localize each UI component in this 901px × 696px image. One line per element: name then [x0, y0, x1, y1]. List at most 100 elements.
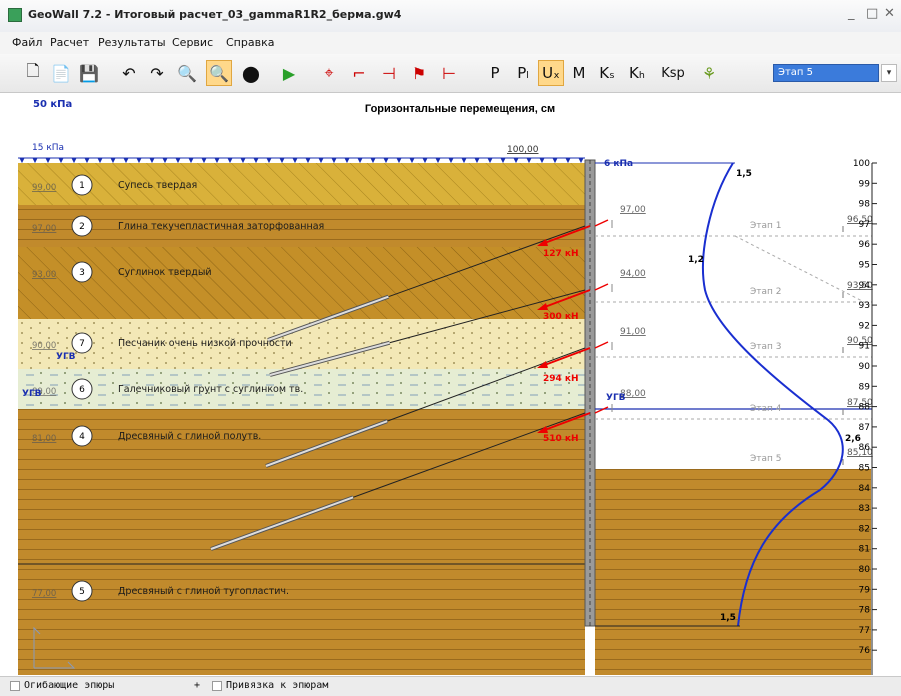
tool-ksp[interactable]: Ksp	[656, 60, 690, 86]
tool-kh[interactable]: Kₕ	[624, 60, 650, 86]
tool-icon-2[interactable]: ⌐	[346, 60, 372, 86]
menu-file[interactable]: Файл	[12, 36, 42, 49]
layer-number: 3	[79, 268, 85, 278]
tool-p[interactable]: P	[482, 60, 508, 86]
layer-name: Галечниковый грунт с суглинком тв.	[118, 384, 303, 395]
zoom-in-icon[interactable]: 🔍	[206, 60, 232, 86]
stage-select[interactable]: Этап 5	[773, 64, 879, 82]
axis-tick-label: 88	[859, 403, 871, 413]
zoom-out-icon[interactable]: 🔍	[174, 60, 200, 86]
left-load-label: 15 кПа	[32, 143, 64, 153]
load-arrow	[500, 157, 506, 164]
load-arrow	[357, 157, 363, 164]
axis-tick-label: 78	[859, 606, 871, 616]
axis-tick-label: 77	[859, 626, 870, 636]
load-arrow	[305, 157, 311, 164]
load-arrow	[136, 157, 142, 164]
axis-tick-label: 99	[859, 179, 871, 189]
excavation-level: 91,00	[620, 327, 646, 337]
undo-icon[interactable]: ↶	[116, 60, 142, 86]
tool-m[interactable]: M	[566, 60, 592, 86]
layer-number: 4	[79, 432, 85, 442]
ugv-left-label-2: УГВ	[22, 389, 42, 399]
layer-name: Супесь твердая	[118, 180, 197, 191]
tool-ux[interactable]: Uₓ	[538, 60, 564, 86]
save-icon[interactable]: 💾	[76, 60, 102, 86]
load-arrow	[201, 157, 207, 164]
stage-label: Этап 3	[750, 342, 782, 352]
axis-tick-label: 80	[859, 565, 871, 575]
load-arrow	[214, 157, 220, 164]
load-arrow	[292, 157, 298, 164]
menu-calc[interactable]: Расчет	[50, 36, 89, 49]
tool-icon-5[interactable]: ⊢	[436, 60, 462, 86]
binding-checkbox[interactable]	[212, 681, 222, 691]
axis-tick-label: 94	[859, 281, 871, 291]
ugv-right-label: УГВ	[606, 393, 626, 403]
load-arrow	[32, 157, 38, 164]
load-arrow	[253, 157, 259, 164]
axis-tick-label: 87	[859, 423, 870, 433]
surface-load	[18, 157, 585, 164]
load-arrow	[578, 157, 584, 164]
axis-tick-label: 100	[853, 159, 870, 169]
load-arrow	[188, 157, 194, 164]
load-arrow	[487, 157, 493, 164]
chevron-down-icon[interactable]: ▾	[881, 64, 897, 82]
tool-icon-3[interactable]: ⊣	[376, 60, 402, 86]
drawing-canvas[interactable]: Горизонтальные перемещения, см 50 кПа 15…	[0, 93, 901, 676]
layer-number: 5	[79, 587, 85, 597]
axis-tick-label: 81	[859, 545, 870, 555]
load-arrow	[344, 157, 350, 164]
curve-value-top: 1,5	[736, 169, 752, 179]
load-arrow	[370, 157, 376, 164]
tool-pl[interactable]: Pₗ	[510, 60, 536, 86]
axis-tick-label: 89	[859, 382, 871, 392]
axis-tick-label: 85	[859, 464, 870, 474]
close-icon[interactable]: ✕	[884, 6, 895, 21]
excavation-level: 94,00	[620, 269, 646, 279]
camera-icon[interactable]: ⬤	[238, 60, 264, 86]
load-arrow	[448, 157, 454, 164]
tool-ks[interactable]: Kₛ	[594, 60, 620, 86]
layer-number: 1	[79, 181, 85, 191]
layer-number: 2	[79, 222, 85, 232]
load-arrow	[175, 157, 181, 164]
tool-icon-4[interactable]: ⚑	[406, 60, 432, 86]
load-level: 100,00	[507, 145, 539, 155]
load-arrow	[331, 157, 337, 164]
maximize-icon[interactable]: □	[866, 6, 878, 21]
anchor-force-label: 127 кН	[543, 249, 579, 259]
layer-name: Дресвяный с глиной тугопластич.	[118, 586, 289, 597]
envelopes-checkbox[interactable]	[10, 681, 20, 691]
layer-level: 93,00	[32, 270, 56, 280]
load-arrow	[383, 157, 389, 164]
layer-level: 77,00	[32, 589, 56, 599]
soil-layer-3	[18, 247, 585, 319]
plant-icon[interactable]: ⚘	[696, 60, 722, 86]
menu-help[interactable]: Справка	[226, 36, 274, 49]
excavation-level: 97,00	[620, 205, 646, 215]
open-file-icon[interactable]: 📄	[48, 60, 74, 86]
load-arrow	[552, 157, 558, 164]
axis-tick-label: 82	[859, 524, 870, 534]
menu-service[interactable]: Сервис	[172, 36, 213, 49]
tool-icon-1[interactable]: ⌖	[316, 60, 342, 86]
stage-label: Этап 1	[750, 221, 782, 231]
redo-icon[interactable]: ↷	[144, 60, 170, 86]
load-arrow	[539, 157, 545, 164]
axis-tick-label: 90	[859, 362, 871, 372]
anchor-head	[594, 219, 609, 227]
load-arrow	[123, 157, 129, 164]
new-file-icon[interactable]: 🗋	[20, 60, 46, 86]
load-arrow	[240, 157, 246, 164]
axis-tick-label: 92	[859, 321, 870, 331]
minimize-icon[interactable]: _	[848, 6, 855, 21]
axis-tick-label: 93	[859, 301, 870, 311]
plus-label: +	[194, 680, 201, 691]
toolbar: 🗋 📄 💾 ↶ ↷ 🔍 🔍 ⬤ ▶ ⌖ ⌐ ⊣ ⚑ ⊢ P Pₗ Uₓ M Kₛ…	[0, 54, 901, 93]
layer-name: Песчаник очень низкой прочности	[118, 338, 292, 349]
run-icon[interactable]: ▶	[276, 60, 302, 86]
layer-name: Дресвяный с глиной полутв.	[118, 431, 261, 442]
menu-results[interactable]: Результаты	[98, 36, 166, 49]
